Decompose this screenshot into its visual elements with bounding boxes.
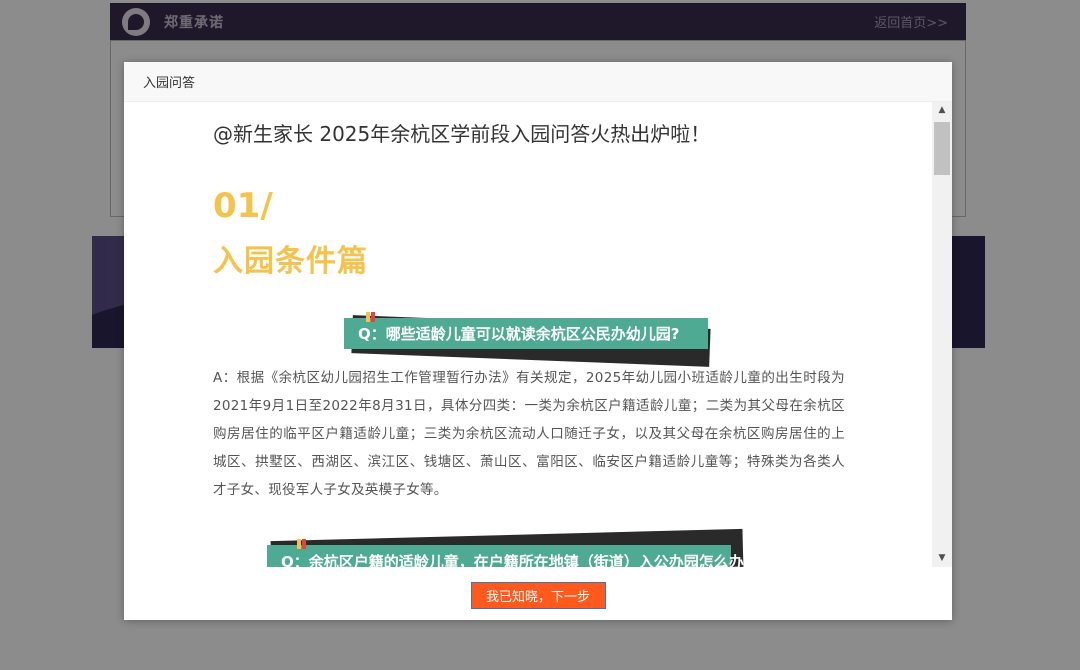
- modal-footer: 我已知晓，下一步: [124, 567, 952, 620]
- section-title: 入园条件篇: [213, 244, 368, 279]
- banner-accent-mark: [366, 312, 370, 322]
- article-intro: @新生家长 2025年余杭区学前段入园问答火热出炉啦！: [213, 122, 711, 146]
- vertical-scrollbar[interactable]: ▲ ▼: [932, 102, 952, 567]
- admission-qa-modal: 入园问答 @新生家长 2025年余杭区学前段入园问答火热出炉啦！ 01/ 入园条…: [124, 62, 952, 620]
- triangle-up-icon[interactable]: ▲: [932, 102, 952, 119]
- banner-accent-mark: [371, 312, 375, 322]
- banner-accent-mark: [297, 539, 301, 549]
- answer-1: A：根据《余杭区幼儿园招生工作管理暂行办法》有关规定，2025年幼儿园小班适龄儿…: [213, 370, 845, 498]
- scrollbar-thumb[interactable]: [934, 122, 950, 175]
- modal-scroll-body[interactable]: @新生家长 2025年余杭区学前段入园问答火热出炉啦！ 01/ 入园条件篇 Q：…: [124, 102, 952, 567]
- section-number: 01/: [213, 186, 273, 226]
- question-2: Q：余杭区户籍的适龄儿童，在户籍所在地镇（街道）入公办园怎么办?: [267, 545, 752, 567]
- acknowledge-next-button[interactable]: 我已知晓，下一步: [470, 582, 606, 609]
- question-1: Q：哪些适龄儿童可以就读余杭区公民办幼儿园?: [344, 318, 708, 349]
- triangle-down-icon[interactable]: ▼: [932, 550, 952, 567]
- modal-title: 入园问答: [143, 76, 196, 91]
- question-banner-1: Q：哪些适龄儿童可以就读余杭区公民办幼儿园?: [344, 312, 712, 367]
- modal-header: 入园问答: [124, 62, 952, 102]
- banner-accent-mark: [302, 539, 306, 549]
- question-banner-2: Q：余杭区户籍的适龄儿童，在户籍所在地镇（街道）入公办园怎么办?: [267, 528, 752, 567]
